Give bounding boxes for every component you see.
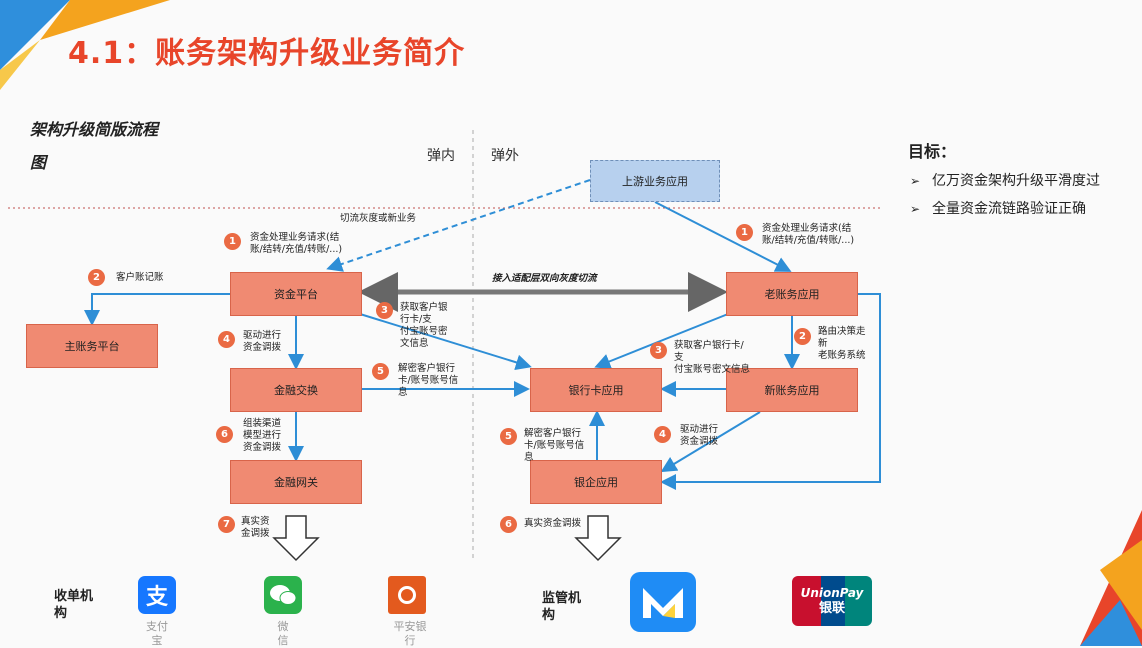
regulator-logo-icon <box>630 572 696 632</box>
acquirer-label: 收单机 构 <box>54 589 94 621</box>
label-left-get-card: 获取客户银 行卡/支 付宝账号密 文信息 <box>400 302 448 349</box>
label-adapter: 接入适配层双向灰度切流 <box>492 273 597 284</box>
pingan-caption: 平安银 行 <box>393 620 427 647</box>
node-finance-gateway: 金融网关 <box>230 460 362 504</box>
alipay-logo-icon: 支 <box>138 576 176 614</box>
label-right-drive: 驱动进行 资金调拨 <box>680 424 719 447</box>
node-finance-exchange: 金融交换 <box>230 368 362 412</box>
unionpay-text: UnionPay <box>800 586 864 600</box>
label-customer-book: 客户账记账 <box>116 272 164 283</box>
step-number: 5 <box>372 363 389 380</box>
label-right-decrypt: 解密客户银行 卡/账号账号信 息 <box>524 428 585 463</box>
bullet-arrow-icon: ➢ <box>910 202 921 216</box>
goals-title: 目标： <box>908 142 957 161</box>
step-number: 2 <box>794 328 811 345</box>
step-number: 5 <box>500 428 517 445</box>
label-left-decrypt: 解密客户银行 卡/账号账号信 息 <box>398 363 459 398</box>
node-capital-platform: 资金平台 <box>230 272 362 316</box>
wechat-caption: 微 信 <box>277 620 289 647</box>
unionpay-cn-text: 银联 <box>818 601 845 616</box>
step-number: 3 <box>376 302 393 319</box>
node-bank-enterprise-app: 银企应用 <box>530 460 662 504</box>
label-left-assemble: 组装渠道 模型进行 资金调拨 <box>243 418 282 453</box>
node-old-account-app: 老账务应用 <box>726 272 858 316</box>
step-number: 6 <box>500 516 517 533</box>
step-number: 3 <box>650 342 667 359</box>
step-number: 7 <box>218 516 235 533</box>
step-number: 1 <box>224 233 241 250</box>
node-bank-card-app: 银行卡应用 <box>530 368 662 412</box>
label-right-get-card: 获取客户银行卡/ 支 付宝账号密文信息 <box>674 340 751 375</box>
label-route-decision: 路由决策走 新 老账务系统 <box>818 326 866 361</box>
label-left-drive: 驱动进行 资金调拨 <box>243 330 282 353</box>
label-right-real-transfer: 真实资金调拨 <box>524 518 582 529</box>
label-right-request: 资金处理业务请求(结 账/结转/充值/转账/...) <box>762 223 855 246</box>
step-number: 1 <box>736 224 753 241</box>
bullet-arrow-icon: ➢ <box>910 174 921 188</box>
regulator-label: 监管机 构 <box>542 591 582 623</box>
label-left-real-transfer: 真实资 金调拨 <box>241 516 270 539</box>
step-number: 4 <box>218 331 235 348</box>
wechat-logo-icon <box>264 576 302 614</box>
alipay-caption: 支付 宝 <box>146 620 168 647</box>
unionpay-logo-icon: UnionPay 银联 <box>792 576 872 626</box>
label-cut-traffic: 切流灰度或新业务 <box>340 213 417 224</box>
step-number: 4 <box>654 426 671 443</box>
node-main-account-platform: 主账务平台 <box>26 324 158 368</box>
label-left-request: 资金处理业务请求(结 账/结转/充值/转账/...) <box>250 232 343 255</box>
goal-item: ➢ 全量资金流链路验证正确 <box>910 198 1086 218</box>
node-upstream-app: 上游业务应用 <box>590 160 720 202</box>
pingan-bank-logo-icon <box>388 576 426 614</box>
diagram-connectors <box>8 130 881 562</box>
step-number: 6 <box>216 426 233 443</box>
goal-text: 全量资金流链路验证正确 <box>932 201 1086 217</box>
goal-item: ➢ 亿万资金架构升级平滑度过 <box>910 170 1100 190</box>
step-number: 2 <box>88 269 105 286</box>
goal-text: 亿万资金架构升级平滑度过 <box>932 173 1100 189</box>
